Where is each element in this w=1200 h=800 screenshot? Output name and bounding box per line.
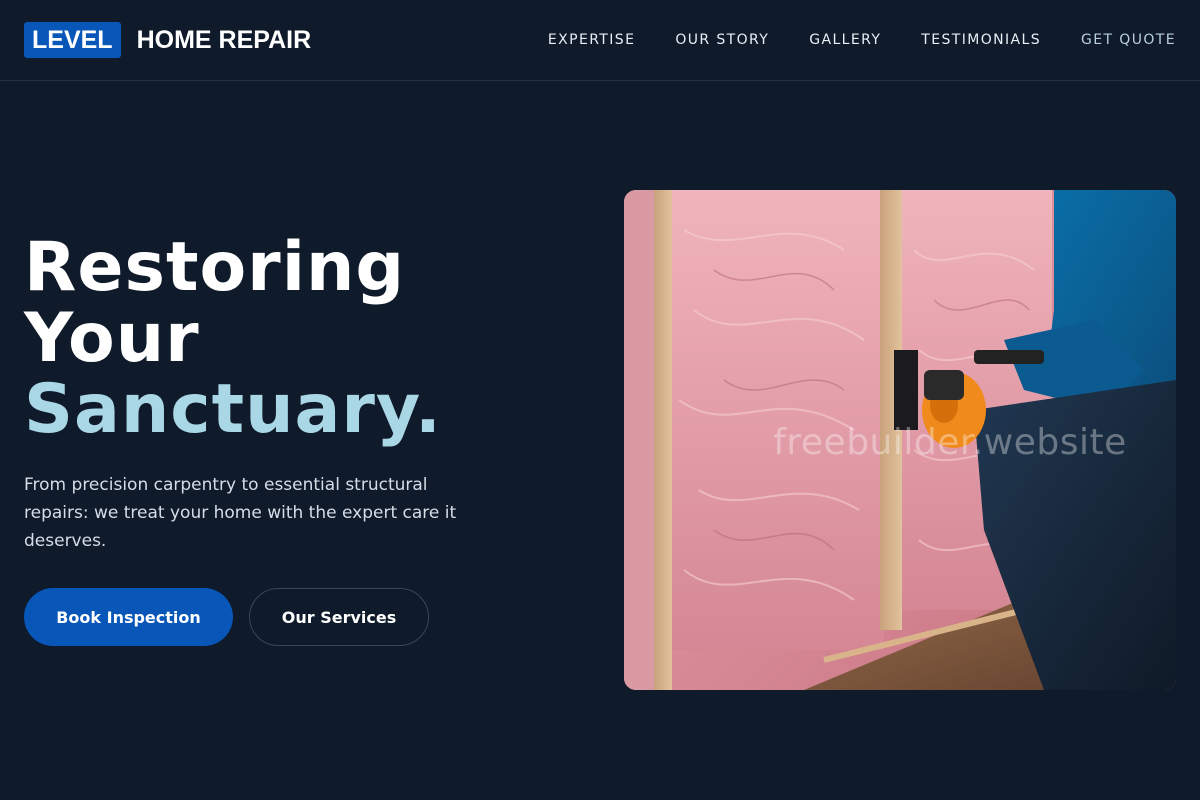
- image-watermark: freebuilder.website: [773, 422, 1127, 463]
- our-services-button[interactable]: Our Services: [249, 588, 429, 646]
- site-header: LEVEL HOME REPAIR EXPERTISE OUR STORY GA…: [0, 0, 1200, 81]
- main-nav: EXPERTISE OUR STORY GALLERY TESTIMONIALS…: [548, 31, 1176, 49]
- logo[interactable]: LEVEL HOME REPAIR: [24, 22, 311, 58]
- logo-badge[interactable]: LEVEL: [24, 22, 121, 58]
- headline-line-1: Restoring: [24, 228, 406, 307]
- logo-text[interactable]: HOME REPAIR: [137, 26, 312, 55]
- nav-link-testimonials[interactable]: TESTIMONIALS: [921, 31, 1041, 49]
- hero-image: freebuilder.website: [624, 190, 1176, 690]
- nav-link-expertise[interactable]: EXPERTISE: [548, 31, 635, 49]
- book-inspection-button[interactable]: Book Inspection: [24, 588, 233, 646]
- nav-link-our-story[interactable]: OUR STORY: [675, 31, 769, 49]
- nav-link-gallery[interactable]: GALLERY: [809, 31, 881, 49]
- headline-line-2: Your: [24, 299, 200, 378]
- nav-link-get-quote[interactable]: GET QUOTE: [1081, 31, 1176, 49]
- hero-content: Restoring Your Sanctuary. From precision…: [24, 232, 504, 646]
- hero-buttons: Book Inspection Our Services: [24, 588, 504, 646]
- hero-headline: Restoring Your Sanctuary.: [24, 232, 504, 445]
- hero-description: From precision carpentry to essential st…: [24, 475, 457, 551]
- headline-accent: Sanctuary.: [24, 370, 442, 449]
